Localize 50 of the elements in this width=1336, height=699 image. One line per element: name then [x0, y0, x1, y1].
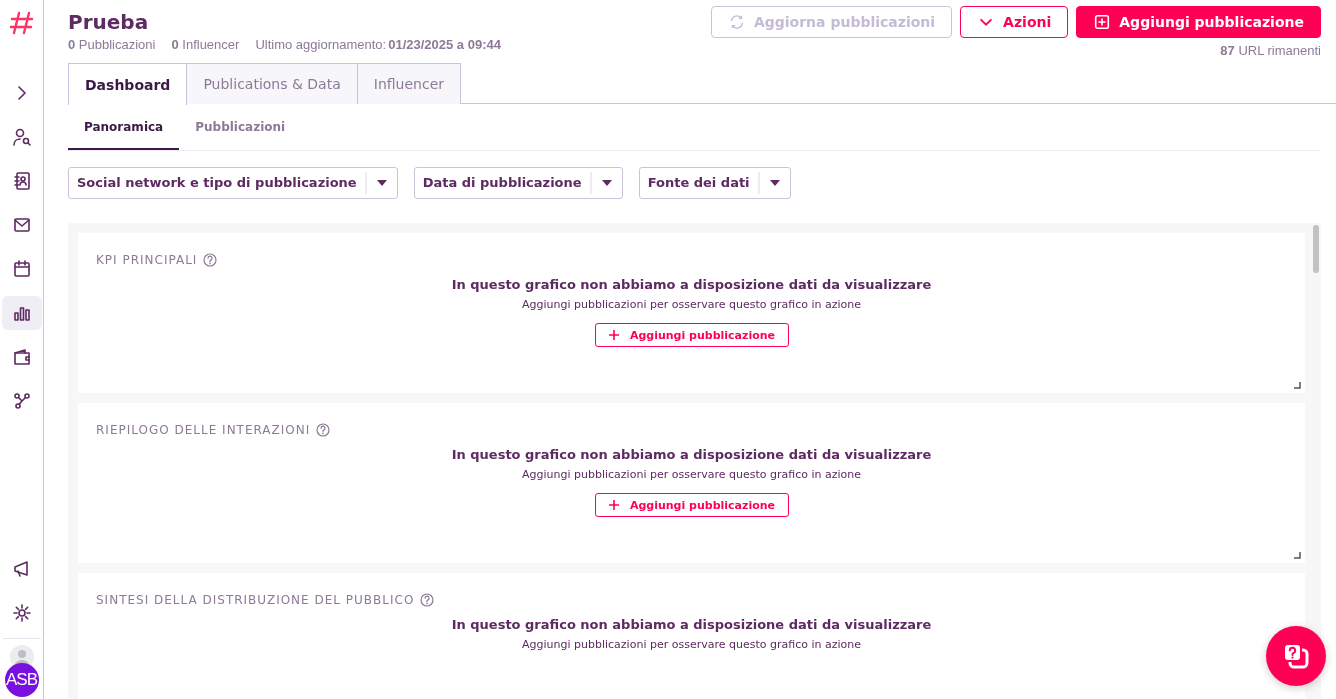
settings-icon: [11, 603, 32, 623]
empty-message: In questo grafico non abbiamo a disposizione dati da visualizzare: [451, 617, 932, 632]
help-icon[interactable]: [420, 593, 435, 607]
help-icon[interactable]: [203, 253, 218, 267]
empty-hint: Aggiungi pubblicazioni per osservare questo grafico in azione: [522, 468, 861, 481]
resize-handle-icon[interactable]: [1294, 552, 1301, 559]
last-update-label: Ultimo aggiornamento:: [255, 37, 387, 52]
tab[interactable]: Dashboard: [68, 63, 188, 105]
scrollbar-thumb[interactable]: [1313, 225, 1319, 273]
empty-message: In questo grafico non abbiamo a disposizione dati da visualizzare: [451, 277, 932, 292]
contact-book-icon: [11, 171, 32, 191]
help-icon[interactable]: [316, 423, 331, 437]
wallet-icon: [11, 347, 32, 367]
tab[interactable]: Influencer: [356, 63, 461, 104]
last-update-value: 01/23/2025 a 09:44: [388, 37, 501, 52]
resize-handle-icon[interactable]: [1294, 382, 1301, 389]
nav-item[interactable]: [1, 296, 42, 330]
nodes-icon: [11, 391, 32, 411]
card-title: SINTESI DELLA DISTRIBUZIONE DEL PUBBLICO: [96, 593, 415, 607]
actions-button[interactable]: Azioni: [960, 6, 1069, 38]
user-search-icon: [11, 127, 32, 147]
mail-icon: [11, 215, 32, 235]
subtab[interactable]: Panoramica: [68, 106, 180, 150]
empty-hint: Aggiungi pubblicazioni per osservare questo grafico in azione: [522, 638, 861, 651]
plus-icon: [607, 329, 620, 341]
add-publication-button[interactable]: Aggiungi pubblicazione: [594, 493, 789, 517]
caret-down-icon: [768, 179, 781, 187]
page-title: Prueba: [68, 10, 150, 34]
empty-message: In questo grafico non abbiamo a disposizione dati da visualizzare: [451, 447, 932, 462]
plus-square-icon: [1093, 13, 1112, 31]
empty-hint: Aggiungi pubblicazioni per osservare questo grafico in azione: [522, 298, 861, 311]
tab[interactable]: Publications & Data: [186, 63, 358, 104]
user-avatar[interactable]: ASB: [4, 663, 39, 697]
add-publication-button[interactable]: Aggiungi pubblicazione: [594, 323, 789, 347]
filter-dropdown[interactable]: Data di pubblicazione: [413, 167, 623, 199]
add-publication-button[interactable]: Aggiungi pubblicazione: [1076, 6, 1321, 38]
subtab[interactable]: Pubblicazioni: [179, 106, 302, 150]
filter-dropdown[interactable]: Fonte dei dati: [638, 167, 791, 199]
caret-down-icon: [600, 179, 613, 187]
card-title: RIEPILOGO DELLE INTERAZIONI: [96, 423, 311, 437]
url-quota-text: 87 URL rimanenti: [1220, 43, 1321, 58]
stat-text: 0 Pubblicazioni: [68, 37, 156, 52]
card-title: KPI PRINCIPALI: [96, 253, 198, 267]
logo-icon: [8, 11, 35, 35]
plus-icon: [607, 499, 620, 511]
chevron-right-icon: [17, 86, 26, 100]
stat-text: 0 Influencer: [171, 37, 240, 52]
caret-down-icon: [375, 179, 388, 187]
filter-dropdown[interactable]: Social network e tipo di pubblicazione: [68, 167, 398, 199]
calendar-icon: [11, 259, 32, 279]
